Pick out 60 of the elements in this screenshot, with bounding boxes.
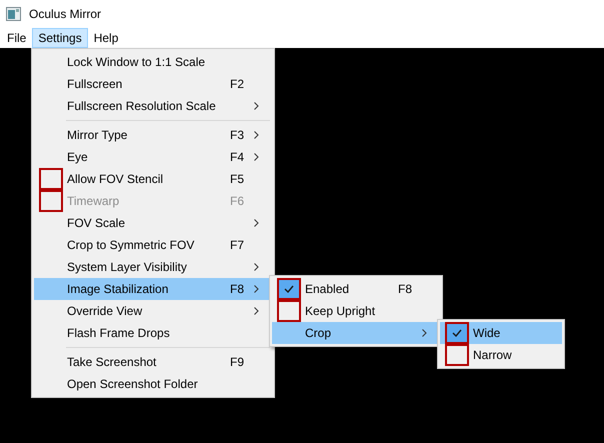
menu-item[interactable]: Crop to Symmetric FOV F7 (34, 234, 272, 256)
menu-item-label: Enabled (305, 281, 350, 298)
menu-item[interactable]: Mirror Type F3 (34, 124, 272, 146)
shortcut-label: F7 (230, 237, 244, 254)
menu-item-label: Fullscreen (67, 76, 124, 93)
menu-item[interactable]: Keep Upright (272, 300, 440, 322)
menu-item-label: Crop (305, 325, 332, 342)
checkbox[interactable] (276, 300, 300, 322)
menu-item[interactable]: Take Screenshot F9 (34, 351, 272, 373)
menu-item-label: Narrow (473, 347, 513, 364)
menu-item-label: Fullscreen Resolution Scale (67, 98, 217, 115)
checkbox[interactable] (444, 344, 468, 366)
shortcut-label: F8 (230, 281, 244, 298)
shortcut-label: F4 (230, 149, 244, 166)
shortcut-label: F3 (230, 127, 244, 144)
menu-item-label: Wide (473, 325, 502, 342)
checkbox[interactable] (444, 322, 468, 344)
shortcut-label: F9 (230, 354, 244, 371)
menu-bar-item[interactable]: Help (88, 28, 124, 48)
menu-item-label: Take Screenshot (67, 354, 158, 371)
window-title: Oculus Mirror (29, 6, 102, 23)
menu-item[interactable]: Image Stabilization F8 (34, 278, 272, 300)
menu-item-label: Allow FOV Stencil (67, 171, 164, 188)
menu-item[interactable]: Wide (440, 322, 562, 344)
app-icon (6, 7, 21, 21)
menu-item[interactable]: Eye F4 (34, 146, 272, 168)
menu-item[interactable]: Fullscreen Resolution Scale (34, 95, 272, 117)
menu-item[interactable]: FOV Scale (34, 212, 272, 234)
menu-item[interactable]: Crop (272, 322, 440, 344)
menu-item-label: Override View (67, 303, 144, 320)
menu-item[interactable]: Enabled F8 (272, 278, 440, 300)
menu-item[interactable]: Lock Window to 1:1 Scale (34, 51, 272, 73)
checkmark-icon (452, 329, 462, 337)
shortcut-label: F2 (230, 76, 244, 93)
menu-item-label: Lock Window to 1:1 Scale (67, 54, 206, 71)
menu-item[interactable]: System Layer Visibility (34, 256, 272, 278)
menu-bar-item[interactable]: File (1, 28, 32, 48)
menu-item[interactable]: Fullscreen F2 (34, 73, 272, 95)
checkbox[interactable] (276, 278, 300, 300)
shortcut-label: F5 (230, 171, 244, 188)
menu-item-label: Flash Frame Drops (67, 325, 171, 342)
menu-item[interactable]: Open Screenshot Folder (34, 373, 272, 395)
shortcut-label: F6 (230, 193, 244, 210)
menu-item[interactable]: Override View (34, 300, 272, 322)
shortcut-label: F8 (398, 281, 412, 298)
checkbox[interactable] (38, 168, 62, 190)
menu-item-label: FOV Scale (67, 215, 126, 232)
checkmark-icon (284, 285, 294, 293)
menu-item-label: System Layer Visibility (67, 259, 188, 276)
menu-item-label: Timewarp (67, 193, 120, 210)
menu-item-label: Mirror Type (67, 127, 128, 144)
menu-item-label: Eye (67, 149, 89, 166)
menu-item-label: Image Stabilization (67, 281, 170, 298)
menu-item[interactable]: Allow FOV Stencil F5 (34, 168, 272, 190)
menu-bar-item[interactable]: Settings (32, 28, 88, 48)
menu-item[interactable]: Narrow (440, 344, 562, 366)
menu-item-label: Crop to Symmetric FOV (67, 237, 196, 254)
menu-item-label: Open Screenshot Folder (67, 376, 199, 393)
menu-item[interactable]: Flash Frame Drops (34, 322, 272, 344)
menu-item-label: Keep Upright (305, 303, 376, 320)
